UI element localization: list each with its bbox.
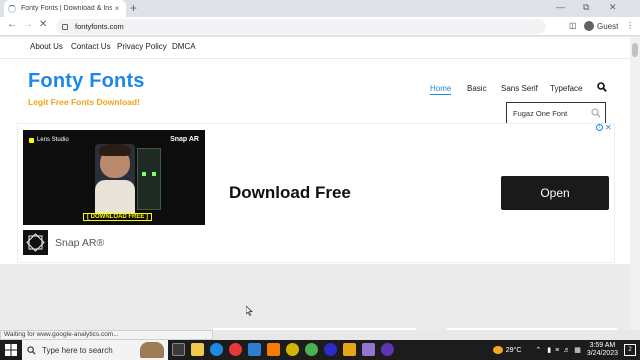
task-view-icon[interactable] bbox=[172, 343, 185, 356]
stop-icon[interactable]: ✕ bbox=[39, 19, 47, 30]
ad-open-button[interactable]: Open bbox=[501, 176, 609, 210]
sidebar-icon[interactable]: ◫ bbox=[569, 21, 577, 30]
norton-icon[interactable] bbox=[286, 343, 299, 356]
weather-icon bbox=[492, 346, 503, 354]
ad-headline[interactable]: Download Free bbox=[229, 183, 351, 203]
content-area bbox=[0, 264, 630, 330]
profile-button[interactable]: Guest bbox=[584, 21, 618, 31]
clock[interactable]: 3:59 AM 3/24/2023 bbox=[587, 342, 618, 358]
url-text: fontyfonts.com bbox=[75, 22, 124, 31]
mail-icon[interactable] bbox=[248, 343, 261, 356]
content-card bbox=[447, 328, 617, 330]
forward-icon[interactable]: → bbox=[23, 19, 33, 30]
window-close-icon[interactable]: ✕ bbox=[609, 2, 617, 13]
site-logo[interactable]: Fonty Fonts bbox=[28, 70, 145, 93]
notification-badge[interactable]: 2 bbox=[624, 344, 636, 356]
browser-toolbar: ← → ✕ fontyfonts.com ◫ Guest ⋮ bbox=[0, 17, 640, 36]
contact-us-link[interactable]: Contact Us bbox=[71, 42, 111, 51]
tab-strip: Fonty Fonts | Download & Insta × + — ⧉ ✕ bbox=[0, 0, 640, 17]
ad-video[interactable]: Lens Studio Snap AR [ DOWNLOAD FREE ] bbox=[23, 130, 205, 225]
browser-status-bar: Waiting for www.google-analytics.com... bbox=[0, 330, 213, 340]
mouse-cursor-icon bbox=[246, 306, 253, 316]
battery-icon[interactable]: ▮ bbox=[547, 346, 551, 354]
file-explorer-icon[interactable] bbox=[191, 343, 204, 356]
minimize-icon[interactable]: — bbox=[556, 2, 565, 12]
tab-close-icon[interactable]: × bbox=[112, 4, 122, 13]
taskbar-search-placeholder: Type here to search bbox=[42, 345, 113, 355]
taskbar-apps bbox=[172, 343, 400, 356]
nav-typeface[interactable]: Typeface bbox=[550, 84, 582, 93]
lock-icon[interactable] bbox=[62, 23, 68, 30]
page-scrollbar[interactable] bbox=[630, 37, 640, 330]
search-input[interactable] bbox=[513, 107, 589, 120]
windows-start-icon[interactable] bbox=[5, 344, 17, 356]
snap-ar-cube-icon bbox=[23, 230, 48, 255]
taskbar: Type here to search 29°C ⌃ ▮ ≡ ♬ ▦ 3:59 … bbox=[0, 340, 640, 360]
vpn-icon[interactable] bbox=[362, 343, 375, 356]
search-icon[interactable] bbox=[597, 82, 607, 92]
tray-chevron-icon[interactable]: ⌃ bbox=[535, 346, 541, 354]
ad-robot-image bbox=[137, 148, 161, 210]
new-tab-button[interactable]: + bbox=[130, 2, 137, 14]
taskbar-search[interactable]: Type here to search bbox=[22, 340, 168, 360]
about-us-link[interactable]: About Us bbox=[30, 42, 63, 51]
ad-video-brand: Lens Studio bbox=[29, 137, 69, 143]
ad-close-icon[interactable]: ✕ bbox=[605, 123, 612, 132]
dmca-link[interactable]: DMCA bbox=[172, 42, 196, 51]
opera-icon[interactable] bbox=[229, 343, 242, 356]
web-page: About Us Contact Us Privacy Policy DMCA … bbox=[0, 37, 640, 330]
edge-icon[interactable] bbox=[210, 343, 223, 356]
tab-title: Fonty Fonts | Download & Insta bbox=[21, 5, 112, 12]
back-icon[interactable]: ← bbox=[7, 19, 17, 30]
taskbar-search-icon bbox=[27, 345, 36, 355]
profile-label: Guest bbox=[597, 21, 619, 31]
chrome-icon[interactable] bbox=[305, 343, 318, 356]
privacy-policy-link[interactable]: Privacy Policy bbox=[117, 42, 167, 51]
menu-kebab-icon[interactable]: ⋮ bbox=[626, 21, 634, 30]
site-tagline: Legit Free Fonts Download! bbox=[28, 97, 140, 107]
clock-time: 3:59 AM bbox=[589, 342, 616, 349]
ad-choices-icon[interactable]: i bbox=[596, 124, 603, 131]
site-search-box bbox=[506, 102, 606, 124]
loading-spinner-icon bbox=[8, 4, 16, 13]
language-icon[interactable]: ▦ bbox=[574, 346, 581, 354]
media-player-icon[interactable] bbox=[381, 343, 394, 356]
browser-tab[interactable]: Fonty Fonts | Download & Insta × bbox=[4, 0, 126, 17]
address-bar[interactable]: fontyfonts.com bbox=[56, 19, 546, 34]
system-tray: 29°C ⌃ ▮ ≡ ♬ ▦ 3:59 AM 3/24/2023 2 bbox=[492, 342, 636, 358]
avatar bbox=[584, 21, 594, 31]
sticky-notes-icon[interactable] bbox=[343, 343, 356, 356]
ad-person-shirt bbox=[95, 180, 135, 216]
nav-home[interactable]: Home bbox=[430, 84, 452, 95]
volume-icon[interactable]: ♬ bbox=[563, 347, 570, 354]
restore-icon[interactable]: ⧉ bbox=[583, 2, 589, 13]
ad-robot-eyes bbox=[142, 172, 156, 176]
search-submit-icon[interactable] bbox=[591, 108, 601, 118]
ad-video-logo: Snap AR bbox=[170, 136, 199, 143]
weather-temp[interactable]: 29°C bbox=[506, 347, 522, 354]
ad-person-hair bbox=[99, 144, 131, 156]
network-icon[interactable]: ≡ bbox=[555, 347, 559, 354]
clock-date: 3/24/2023 bbox=[586, 350, 618, 357]
nav-basic[interactable]: Basic bbox=[467, 84, 487, 93]
site-top-links: About Us Contact Us Privacy Policy DMCA bbox=[0, 37, 630, 59]
scrollbar-thumb[interactable] bbox=[632, 43, 638, 57]
search-highlight-icon bbox=[140, 342, 164, 358]
ad-video-cta: [ DOWNLOAD FREE ] bbox=[83, 213, 152, 221]
lens-studio-icon bbox=[29, 137, 34, 143]
content-card bbox=[213, 328, 416, 330]
store-icon[interactable] bbox=[267, 343, 280, 356]
app-icon[interactable] bbox=[324, 343, 337, 356]
nav-sans-serif[interactable]: Sans Serif bbox=[501, 84, 538, 93]
ad-video-brand-label: Lens Studio bbox=[37, 137, 69, 143]
ad-brand-name[interactable]: Snap AR® bbox=[55, 237, 104, 249]
